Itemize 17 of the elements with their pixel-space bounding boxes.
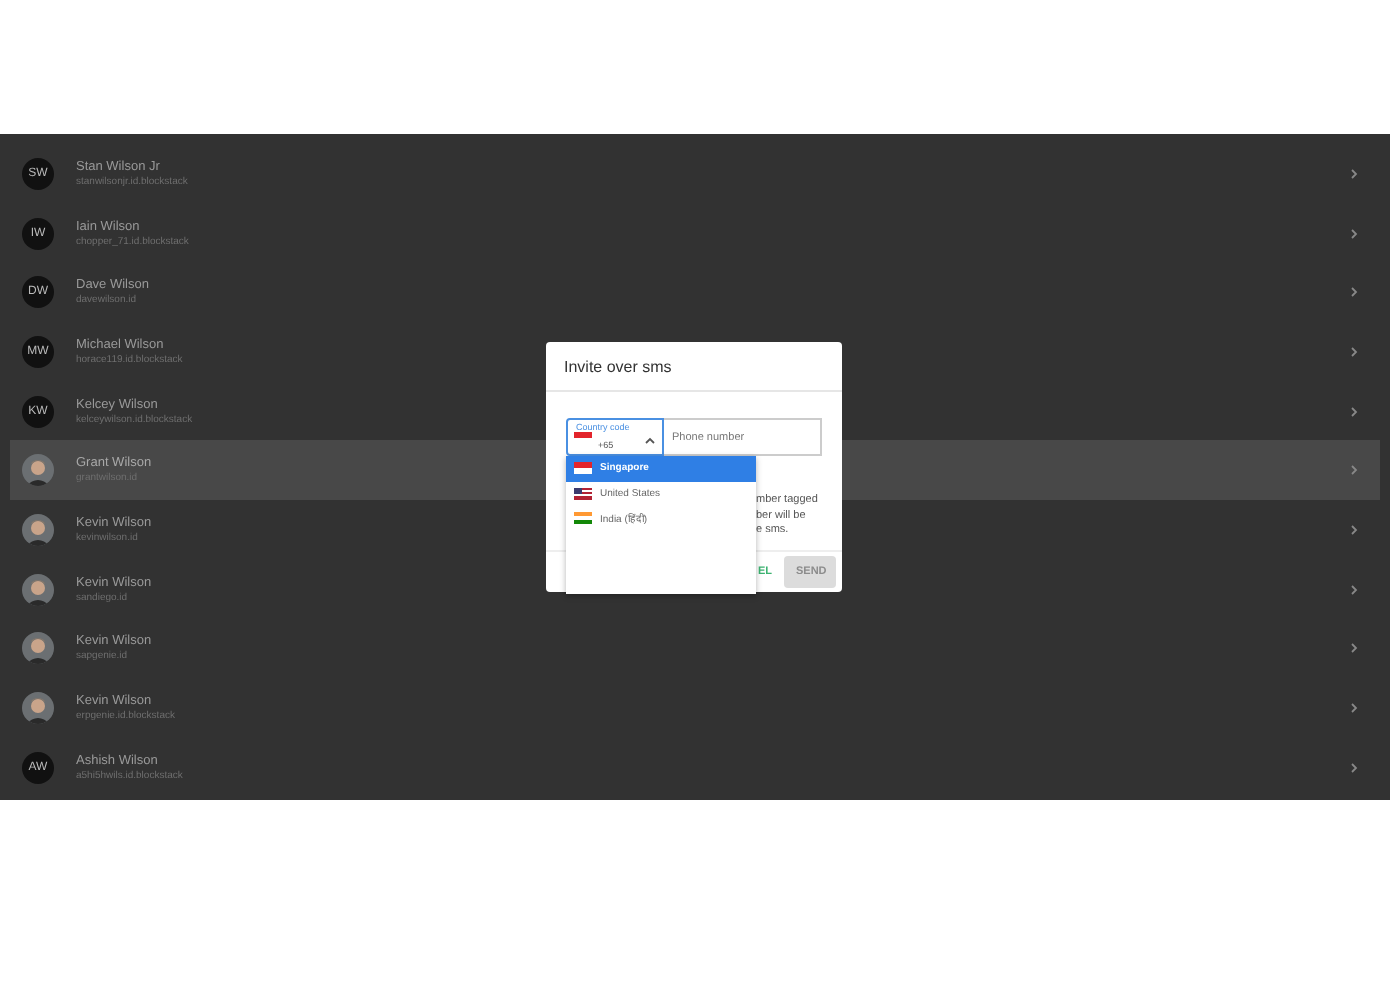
chevron-right-icon xyxy=(1348,642,1360,655)
chevron-right-icon xyxy=(1348,761,1360,774)
flag-icon xyxy=(574,431,592,443)
flag-icon xyxy=(574,487,592,500)
dialog-title: Invite over sms xyxy=(546,342,842,392)
chevron-right-icon xyxy=(1348,464,1360,477)
chevron-right-icon xyxy=(1348,345,1360,358)
chevron-right-icon xyxy=(1348,702,1360,715)
chevron-up-icon xyxy=(644,435,656,443)
chevron-right-icon xyxy=(1348,167,1360,180)
chevron-right-icon xyxy=(1348,227,1360,240)
chevron-right-icon xyxy=(1348,523,1360,536)
chevron-right-icon xyxy=(1348,405,1360,418)
flag-icon xyxy=(574,512,592,525)
chevron-right-icon xyxy=(1348,286,1360,299)
flag-icon xyxy=(574,462,592,475)
chevron-right-icon xyxy=(1348,583,1360,596)
